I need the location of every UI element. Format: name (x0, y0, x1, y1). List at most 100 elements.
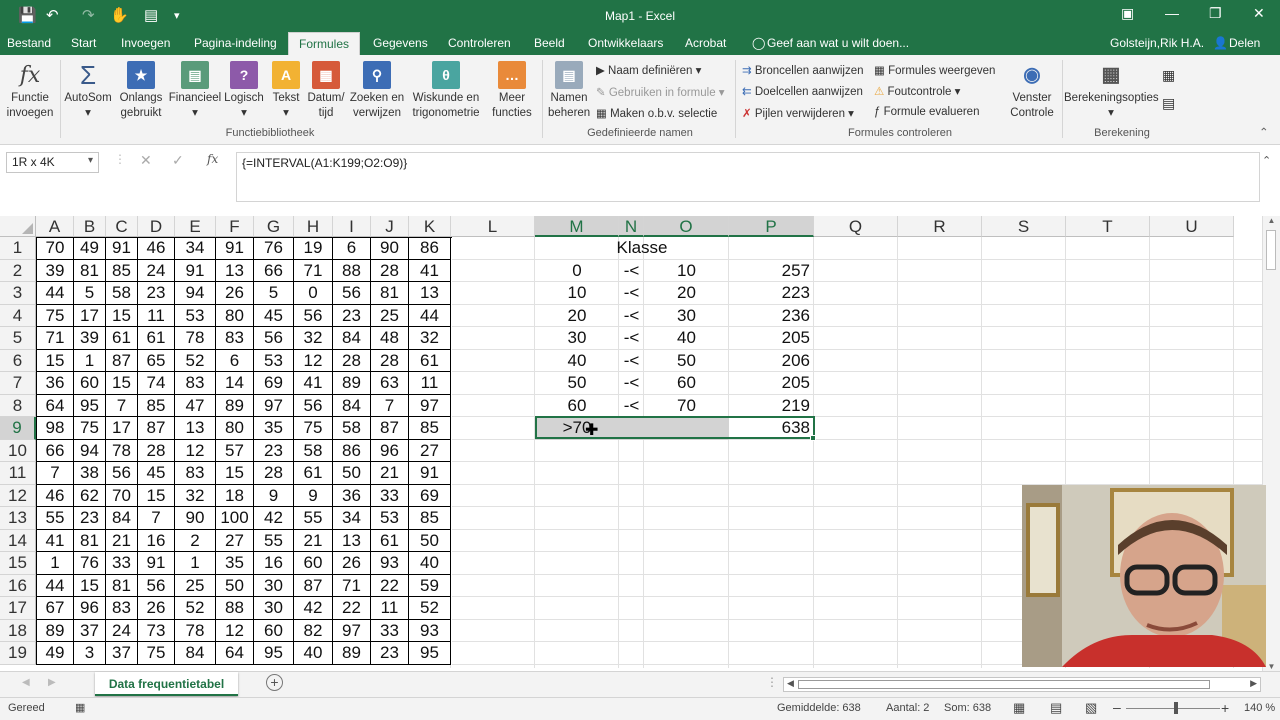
column-header-s[interactable]: S (982, 216, 1066, 237)
remove-arrows-button[interactable]: ✗ Pijlen verwijderen ▾ (742, 106, 854, 120)
table-cell[interactable]: 73 (138, 619, 175, 642)
klasse-lower[interactable]: 50 (535, 372, 619, 395)
scroll-thumb[interactable] (1266, 230, 1276, 270)
table-cell[interactable]: 82 (294, 619, 333, 642)
table-cell[interactable]: 16 (254, 552, 294, 575)
trace-dependents-button[interactable]: ⇇ Doelcellen aanwijzen (742, 84, 863, 98)
table-cell[interactable]: 44 (409, 304, 451, 327)
table-cell[interactable]: 95 (409, 642, 451, 665)
column-header-p[interactable]: P (729, 216, 814, 237)
klasse-frequency[interactable]: 223 (729, 282, 810, 305)
table-cell[interactable]: 76 (74, 552, 106, 575)
enter-icon[interactable]: ✓ (172, 152, 184, 169)
table-cell[interactable]: 91 (409, 462, 451, 485)
klasse-lower[interactable]: 10 (535, 282, 619, 305)
table-cell[interactable]: 71 (37, 327, 74, 350)
table-cell[interactable]: 67 (37, 597, 74, 620)
table-cell[interactable]: 39 (74, 327, 106, 350)
table-cell[interactable]: 52 (175, 597, 216, 620)
table-cell[interactable]: 87 (106, 349, 138, 372)
logical-button[interactable]: ? Logisch ▾ (222, 61, 266, 121)
table-cell[interactable]: 23 (333, 304, 371, 327)
table-cell[interactable]: 70 (37, 237, 74, 260)
table-cell[interactable]: 35 (216, 552, 254, 575)
table-cell[interactable]: 22 (371, 574, 409, 597)
column-header-e[interactable]: E (175, 216, 216, 237)
table-cell[interactable]: 91 (138, 552, 175, 575)
table-cell[interactable]: 87 (371, 417, 409, 440)
table-cell[interactable]: 50 (216, 574, 254, 597)
table-cell[interactable]: 23 (138, 282, 175, 305)
table-cell[interactable]: 89 (216, 394, 254, 417)
table-cell[interactable]: 41 (294, 372, 333, 395)
table-cell[interactable]: 83 (175, 462, 216, 485)
row-header-5[interactable]: 5 (0, 327, 36, 350)
ribbon-display-icon[interactable]: ▣ (1121, 5, 1134, 22)
row-header-14[interactable]: 14 (0, 529, 36, 552)
table-cell[interactable]: 87 (138, 417, 175, 440)
zoom-thumb[interactable] (1174, 702, 1178, 714)
row-header-9[interactable]: 9 (0, 417, 36, 440)
autosum-button[interactable]: Σ AutoSom ▾ (62, 61, 114, 121)
column-header-t[interactable]: T (1066, 216, 1150, 237)
maximize-button[interactable]: ❐ (1209, 5, 1222, 22)
table-cell[interactable]: 26 (216, 282, 254, 305)
klasse-separator[interactable]: -< (619, 282, 644, 305)
prev-sheet-icon[interactable]: ◀ (22, 677, 30, 688)
table-cell[interactable]: 24 (106, 619, 138, 642)
table-cell[interactable]: 32 (294, 327, 333, 350)
table-cell[interactable]: 28 (333, 349, 371, 372)
tab-acrobat[interactable]: Acrobat (685, 36, 726, 50)
row-header-11[interactable]: 11 (0, 462, 36, 485)
table-cell[interactable]: 80 (216, 304, 254, 327)
table-cell[interactable]: 93 (371, 552, 409, 575)
table-cell[interactable]: 64 (216, 642, 254, 665)
table-cell[interactable]: 9 (294, 484, 333, 507)
table-cell[interactable]: 70 (106, 484, 138, 507)
table-cell[interactable]: 49 (37, 642, 74, 665)
row-header-12[interactable]: 12 (0, 484, 36, 507)
tab-pagina-indeling[interactable]: Pagina-indeling (194, 36, 277, 50)
table-cell[interactable]: 13 (216, 259, 254, 282)
table-cell[interactable]: 35 (254, 417, 294, 440)
column-header-q[interactable]: Q (814, 216, 898, 237)
table-cell[interactable]: 62 (74, 484, 106, 507)
column-header-h[interactable]: H (294, 216, 333, 237)
horizontal-scrollbar[interactable]: ◀ ▶ (783, 677, 1261, 692)
table-cell[interactable]: 1 (37, 552, 74, 575)
table-cell[interactable]: 85 (409, 417, 451, 440)
table-cell[interactable]: 7 (371, 394, 409, 417)
define-name-button[interactable]: ▶ Naam definiëren ▾ (596, 63, 701, 77)
table-cell[interactable]: 15 (106, 372, 138, 395)
row-header-15[interactable]: 15 (0, 552, 36, 575)
calc-sheet-icon[interactable]: ▤ (1162, 95, 1175, 112)
row-header-13[interactable]: 13 (0, 507, 36, 530)
table-cell[interactable]: 75 (37, 304, 74, 327)
table-cell[interactable]: 34 (175, 237, 216, 260)
table-cell[interactable]: 7 (106, 394, 138, 417)
table-cell[interactable]: 52 (409, 597, 451, 620)
table-cell[interactable]: 85 (409, 507, 451, 530)
table-cell[interactable]: 56 (294, 304, 333, 327)
row-header-7[interactable]: 7 (0, 372, 36, 395)
table-cell[interactable]: 22 (333, 597, 371, 620)
table-cell[interactable]: 75 (294, 417, 333, 440)
klasse-last-label[interactable]: >70 (535, 417, 619, 440)
table-cell[interactable]: 71 (294, 259, 333, 282)
table-cell[interactable]: 53 (371, 507, 409, 530)
table-cell[interactable]: 86 (333, 439, 371, 462)
klasse-separator[interactable]: -< (619, 350, 644, 373)
klasse-lower[interactable]: 60 (535, 395, 619, 418)
row-header-19[interactable]: 19 (0, 642, 36, 665)
table-cell[interactable]: 95 (74, 394, 106, 417)
normal-view-icon[interactable]: ▦ (1013, 700, 1025, 716)
page-break-icon[interactable]: ▧ (1085, 700, 1097, 716)
row-header-16[interactable]: 16 (0, 574, 36, 597)
row-header-17[interactable]: 17 (0, 597, 36, 620)
table-cell[interactable]: 33 (371, 484, 409, 507)
table-cell[interactable]: 37 (74, 619, 106, 642)
table-cell[interactable]: 81 (106, 574, 138, 597)
macro-record-icon[interactable]: ▦ (75, 701, 85, 714)
table-cell[interactable]: 60 (254, 619, 294, 642)
table-cell[interactable]: 81 (74, 259, 106, 282)
